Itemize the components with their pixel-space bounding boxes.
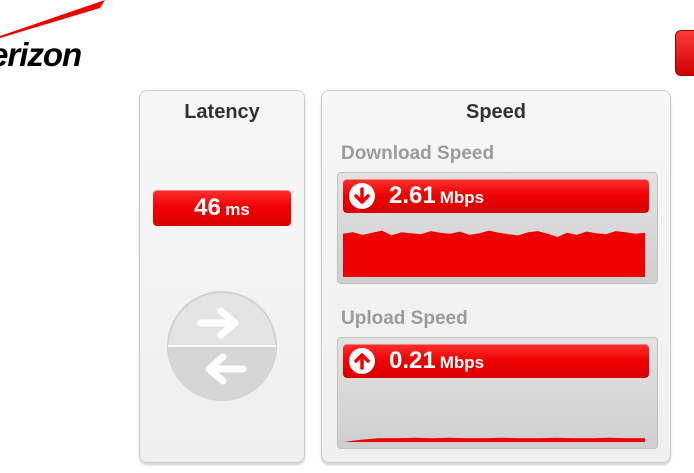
speed-test-page: erizon Latency 46 ms Speed Download Spee… xyxy=(0,0,694,473)
speed-panel: Speed Download Speed 2.61 Mbps Upload Spe… xyxy=(321,90,671,463)
logo-check-mark xyxy=(0,0,105,38)
download-speed-label: Download Speed xyxy=(341,143,495,164)
logo-z-accent xyxy=(30,40,54,74)
upload-graph-area xyxy=(343,437,645,442)
arrow-down-icon xyxy=(349,183,375,209)
upload-speed-unit: Mbps xyxy=(439,353,485,372)
upload-speed-card: 0.21 Mbps xyxy=(337,337,658,449)
latency-value: 46 xyxy=(194,194,221,221)
transfer-arrows-icon xyxy=(167,291,277,401)
latency-readout: 46 ms xyxy=(153,190,291,226)
latency-title: Latency xyxy=(184,101,260,123)
upload-speed-graph xyxy=(343,437,645,442)
latency-panel: Latency 46 ms xyxy=(139,90,305,463)
speed-title: Speed xyxy=(465,101,527,123)
start-test-button[interactable] xyxy=(675,30,694,76)
upload-speed-value-wrap: 0.21 Mbps xyxy=(389,344,484,380)
upload-speed-value: 0.21 xyxy=(389,347,436,374)
download-speed-graph xyxy=(343,230,645,277)
download-speed-value-wrap: 2.61 Mbps xyxy=(389,179,484,215)
latency-unit: ms xyxy=(225,200,250,219)
download-speed-value: 2.61 xyxy=(389,182,436,209)
download-graph-area xyxy=(343,230,645,277)
upload-speed-label: Upload Speed xyxy=(341,308,468,329)
download-speed-card: 2.61 Mbps xyxy=(337,172,658,284)
upload-speed-readout: 0.21 Mbps xyxy=(343,344,649,378)
download-speed-readout: 2.61 Mbps xyxy=(343,179,649,213)
download-speed-unit: Mbps xyxy=(439,188,485,207)
arrow-up-icon xyxy=(349,348,375,374)
